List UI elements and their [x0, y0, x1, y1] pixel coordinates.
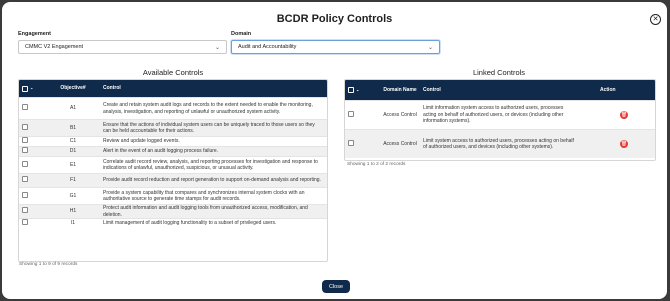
- control-cell: Create and retain system audit logs and …: [103, 102, 313, 115]
- control-cell: Alert in the event of an audit logging p…: [103, 148, 219, 155]
- policy-controls-dialog: BCDR Policy Controls ✕ Engagement CMMC V…: [2, 2, 667, 299]
- control-cell: Protect audit information and audit logg…: [103, 205, 308, 218]
- engagement-label: Engagement: [18, 31, 52, 37]
- delete-icon[interactable]: 🗑: [620, 140, 628, 148]
- table-row[interactable]: H1 Protect audit information and audit lo…: [19, 204, 327, 218]
- row-checkbox[interactable]: [22, 191, 28, 198]
- linked-table-body: Access Control Limit information system a…: [345, 100, 655, 158]
- domain-name-cell: Access Control: [383, 111, 417, 118]
- row-checkbox[interactable]: [22, 137, 28, 144]
- control-cell: Limit system access to authorized users,…: [423, 137, 574, 151]
- table-row[interactable]: I1 Limit management of audit logging func…: [19, 218, 327, 228]
- domain-name-cell: Access Control: [383, 140, 417, 147]
- engagement-select-value: CMMC V2 Engagement: [25, 44, 84, 50]
- chevron-down-icon: ⌄: [214, 44, 220, 51]
- table-row[interactable]: E1 Correlate audit record review, analysi…: [19, 156, 327, 173]
- available-table-body: A1 Create and retain system audit logs an…: [19, 97, 327, 228]
- objective-cell: G1: [69, 192, 77, 199]
- delete-icon[interactable]: 🗑: [620, 111, 628, 119]
- control-cell: Correlate audit record review, analysis,…: [103, 158, 318, 172]
- control-column-header[interactable]: Control: [100, 85, 327, 92]
- objective-column-header[interactable]: Objective#: [46, 85, 100, 92]
- select-all-checkbox[interactable]: [348, 87, 354, 93]
- engagement-select[interactable]: CMMC V2 Engagement ⌄: [18, 40, 227, 54]
- objective-cell: B1: [69, 124, 77, 131]
- table-row[interactable]: Access Control Limit information system a…: [345, 100, 655, 129]
- available-controls-title: Available Controls: [142, 68, 204, 77]
- linked-controls-title: Linked Controls: [472, 68, 526, 77]
- control-cell: Review and update logged events.: [103, 138, 180, 145]
- available-controls-table: ⌄ Objective# Control A1 Create and retain…: [18, 79, 328, 262]
- control-cell: Limit management of audit logging functi…: [103, 220, 277, 227]
- domain-name-column-header[interactable]: Domain Name: [380, 87, 420, 94]
- row-checkbox[interactable]: [22, 219, 28, 226]
- objective-cell: E1: [69, 161, 77, 168]
- linked-table-header: ⌄ Domain Name Control Action: [345, 80, 655, 100]
- dialog-title: BCDR Policy Controls: [276, 13, 393, 25]
- linked-records-count: Showing 1 to 2 of 2 records: [347, 162, 406, 167]
- action-column-header: Action: [600, 86, 616, 93]
- control-cell: Limit information system access to autho…: [423, 105, 564, 125]
- select-all-checkbox[interactable]: [22, 85, 28, 92]
- domain-select-value: Audit and Accountability: [238, 44, 297, 50]
- objective-cell: H1: [69, 208, 77, 215]
- control-column-header[interactable]: Control: [420, 87, 580, 94]
- row-checkbox[interactable]: [22, 147, 28, 154]
- close-icon[interactable]: ✕: [650, 14, 661, 25]
- available-records-count: Showing 1 to 9 of 9 records: [19, 262, 78, 267]
- linked-controls-table: ⌄ Domain Name Control Action Access Cont…: [344, 79, 656, 161]
- close-button[interactable]: Close: [322, 280, 350, 293]
- row-checkbox[interactable]: [22, 160, 28, 167]
- domain-label: Domain: [231, 31, 252, 37]
- chevron-down-icon: ⌄: [427, 44, 433, 51]
- table-row[interactable]: G1 Provide a system capability that compa…: [19, 187, 327, 204]
- row-checkbox[interactable]: [22, 176, 28, 183]
- table-row[interactable]: D1 Alert in the event of an audit logging…: [19, 146, 327, 156]
- objective-cell: I1: [70, 220, 76, 227]
- table-row[interactable]: C1 Review and update logged events.: [19, 136, 327, 146]
- sort-icon[interactable]: ⌄: [356, 87, 359, 94]
- row-checkbox[interactable]: [22, 123, 28, 130]
- row-checkbox[interactable]: [22, 104, 28, 111]
- objective-cell: F1: [70, 177, 76, 184]
- table-row[interactable]: A1 Create and retain system audit logs an…: [19, 97, 327, 119]
- row-checkbox[interactable]: [348, 139, 354, 146]
- control-cell: Provide a system capability that compare…: [103, 189, 305, 203]
- control-cell: Provide audit record reduction and repor…: [103, 177, 321, 184]
- objective-cell: C1: [69, 138, 77, 145]
- objective-cell: D1: [69, 148, 77, 155]
- available-table-header: ⌄ Objective# Control: [19, 80, 327, 97]
- sort-icon[interactable]: ⌄: [30, 85, 33, 92]
- table-row[interactable]: B1 Ensure that the actions of individual …: [19, 119, 327, 136]
- control-cell: Ensure that the actions of individual sy…: [103, 121, 315, 135]
- table-row[interactable]: F1 Provide audit record reduction and rep…: [19, 173, 327, 187]
- domain-select[interactable]: Audit and Accountability ⌄: [231, 40, 440, 54]
- row-checkbox[interactable]: [348, 110, 354, 117]
- table-row[interactable]: Access Control Limit system access to aut…: [345, 129, 655, 158]
- row-checkbox[interactable]: [22, 207, 28, 214]
- objective-cell: A1: [69, 105, 77, 112]
